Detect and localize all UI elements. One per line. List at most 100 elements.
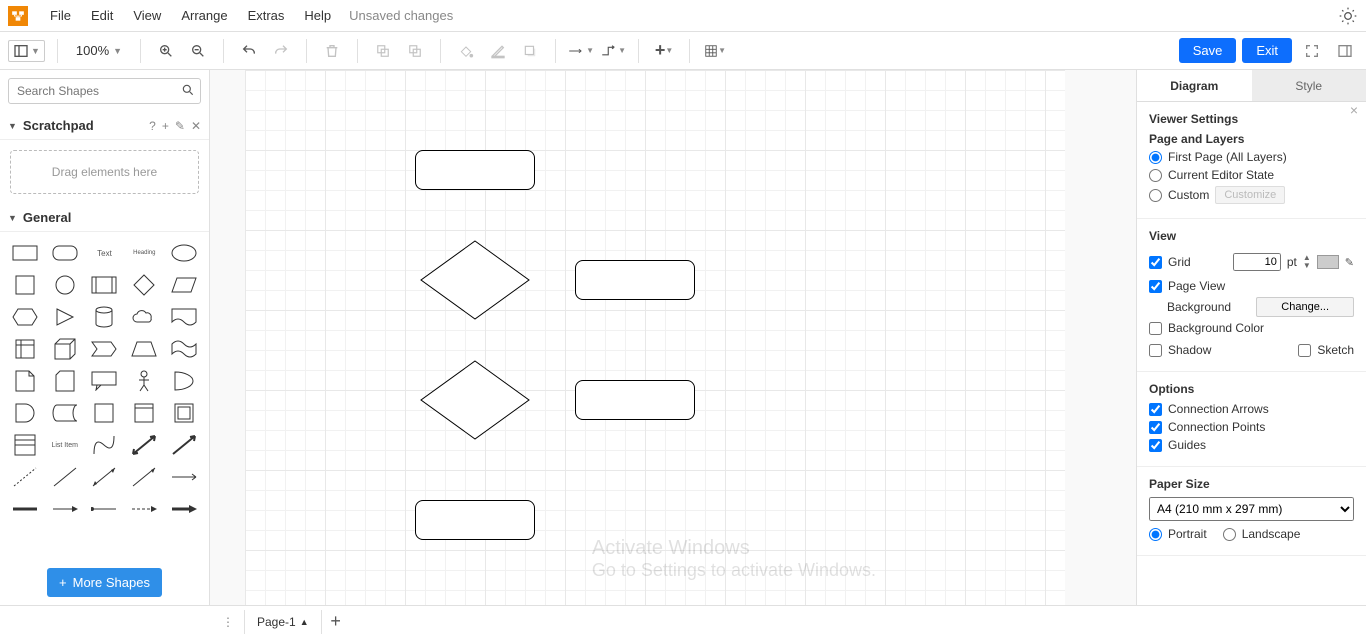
sidebar-toggle-button[interactable]: ▼ (8, 40, 45, 62)
shape-thick-line[interactable] (8, 496, 42, 522)
checkbox-shadow[interactable] (1149, 344, 1162, 357)
grid-color-swatch[interactable] (1317, 255, 1339, 269)
close-format-panel-icon[interactable]: × (1350, 102, 1358, 118)
more-shapes-button[interactable]: + More Shapes (47, 568, 162, 597)
drawing-page[interactable] (245, 70, 1065, 605)
shape-hexagon[interactable] (8, 304, 42, 330)
menu-file[interactable]: File (40, 4, 81, 27)
canvas-diamond-2[interactable] (420, 360, 530, 445)
table-dropdown[interactable]: ▼ (702, 38, 728, 64)
menu-view[interactable]: View (123, 4, 171, 27)
canvas-diamond-1[interactable] (420, 240, 530, 325)
checkbox-guides[interactable] (1149, 439, 1162, 452)
save-button[interactable]: Save (1179, 38, 1237, 63)
shape-connector-3[interactable] (88, 496, 122, 522)
shape-process[interactable] (88, 272, 122, 298)
checkbox-background-color[interactable] (1149, 322, 1162, 335)
checkbox-page-view[interactable] (1149, 280, 1162, 293)
zoom-in-icon[interactable] (153, 38, 179, 64)
shape-frame[interactable] (167, 400, 201, 426)
scratchpad-help-icon[interactable]: ? (149, 119, 156, 133)
scratchpad-edit-icon[interactable]: ✎ (175, 119, 185, 133)
shape-connector-2[interactable] (48, 496, 82, 522)
insert-dropdown[interactable]: +▼ (651, 38, 677, 64)
waypoints-dropdown[interactable]: ▼ (600, 38, 626, 64)
shape-line[interactable] (48, 464, 82, 490)
change-background-button[interactable]: Change... (1256, 297, 1354, 317)
menu-extras[interactable]: Extras (238, 4, 295, 27)
radio-custom[interactable] (1149, 189, 1162, 202)
shape-tape[interactable] (167, 336, 201, 362)
shape-document[interactable] (167, 304, 201, 330)
shape-dashed-line[interactable] (8, 464, 42, 490)
radio-landscape[interactable] (1223, 528, 1236, 541)
tab-style[interactable]: Style (1252, 70, 1366, 101)
zoom-dropdown[interactable]: 100%▼ (70, 41, 128, 60)
checkbox-connection-points[interactable] (1149, 421, 1162, 434)
shape-internal-storage[interactable] (8, 336, 42, 362)
shape-parallelogram[interactable] (167, 272, 201, 298)
canvas-rounded-rect-4[interactable] (415, 500, 535, 540)
shape-cube[interactable] (48, 336, 82, 362)
shape-square[interactable] (8, 272, 42, 298)
radio-portrait[interactable] (1149, 528, 1162, 541)
shape-directional-connector[interactable] (127, 464, 161, 490)
format-panel-toggle-icon[interactable] (1332, 38, 1358, 64)
shape-list-item[interactable]: List Item (48, 432, 82, 458)
shape-cloud[interactable] (127, 304, 161, 330)
shape-data-storage[interactable] (48, 400, 82, 426)
general-shapes-header[interactable]: ▼ General (0, 204, 209, 232)
canvas-rounded-rect-1[interactable] (415, 150, 535, 190)
page-tab-1[interactable]: Page-1▲ (244, 610, 322, 634)
search-shapes-input[interactable] (8, 78, 201, 104)
shape-textbox[interactable]: Heading (127, 240, 161, 266)
shape-and[interactable] (8, 400, 42, 426)
radio-current-editor[interactable] (1149, 169, 1162, 182)
menu-edit[interactable]: Edit (81, 4, 123, 27)
shape-cylinder[interactable] (88, 304, 122, 330)
shape-diamond[interactable] (127, 272, 161, 298)
shape-bidirectional-arrow[interactable] (127, 432, 161, 458)
undo-icon[interactable] (236, 38, 262, 64)
shape-bidirectional-connector[interactable] (88, 464, 122, 490)
shape-trapezoid[interactable] (127, 336, 161, 362)
edit-grid-color-icon[interactable]: ✎ (1345, 256, 1354, 269)
app-logo[interactable] (8, 6, 28, 26)
checkbox-sketch[interactable] (1298, 344, 1311, 357)
paper-size-select[interactable]: A4 (210 mm x 297 mm) (1149, 497, 1354, 521)
shape-callout[interactable] (88, 368, 122, 394)
checkbox-connection-arrows[interactable] (1149, 403, 1162, 416)
shape-connector-5[interactable] (167, 496, 201, 522)
shape-text[interactable]: Text (88, 240, 122, 266)
search-icon[interactable] (181, 83, 195, 102)
checkbox-grid[interactable] (1149, 256, 1162, 269)
shape-card[interactable] (48, 368, 82, 394)
grid-size-input[interactable] (1233, 253, 1281, 271)
shape-or[interactable] (167, 368, 201, 394)
canvas-rounded-rect-2[interactable] (575, 260, 695, 300)
shape-note[interactable] (8, 368, 42, 394)
shape-link[interactable] (167, 464, 201, 490)
shape-step[interactable] (88, 336, 122, 362)
tab-diagram[interactable]: Diagram (1137, 70, 1252, 101)
shape-list[interactable] (8, 432, 42, 458)
radio-first-page[interactable] (1149, 151, 1162, 164)
page-menu-icon[interactable]: ⋮ (222, 615, 234, 629)
shape-curve[interactable] (88, 432, 122, 458)
add-page-button[interactable]: + (322, 608, 350, 636)
shape-rounded-rectangle[interactable] (48, 240, 82, 266)
shape-connector-4[interactable] (127, 496, 161, 522)
scratchpad-header[interactable]: ▼ Scratchpad ? + ✎ ✕ (0, 112, 209, 140)
shape-titled-container[interactable] (127, 400, 161, 426)
page-caret-icon[interactable]: ▲ (300, 617, 309, 627)
scratchpad-add-icon[interactable]: + (162, 119, 169, 133)
scratchpad-close-icon[interactable]: ✕ (191, 119, 201, 133)
canvas[interactable]: Activate Windows Go to Settings to activ… (210, 70, 1136, 605)
grid-step-down-icon[interactable]: ▼ (1303, 262, 1311, 270)
scratchpad-dropzone[interactable]: Drag elements here (10, 150, 199, 194)
shape-actor[interactable] (127, 368, 161, 394)
shape-rectangle[interactable] (8, 240, 42, 266)
shape-circle[interactable] (48, 272, 82, 298)
shape-triangle[interactable] (48, 304, 82, 330)
shape-ellipse[interactable] (167, 240, 201, 266)
